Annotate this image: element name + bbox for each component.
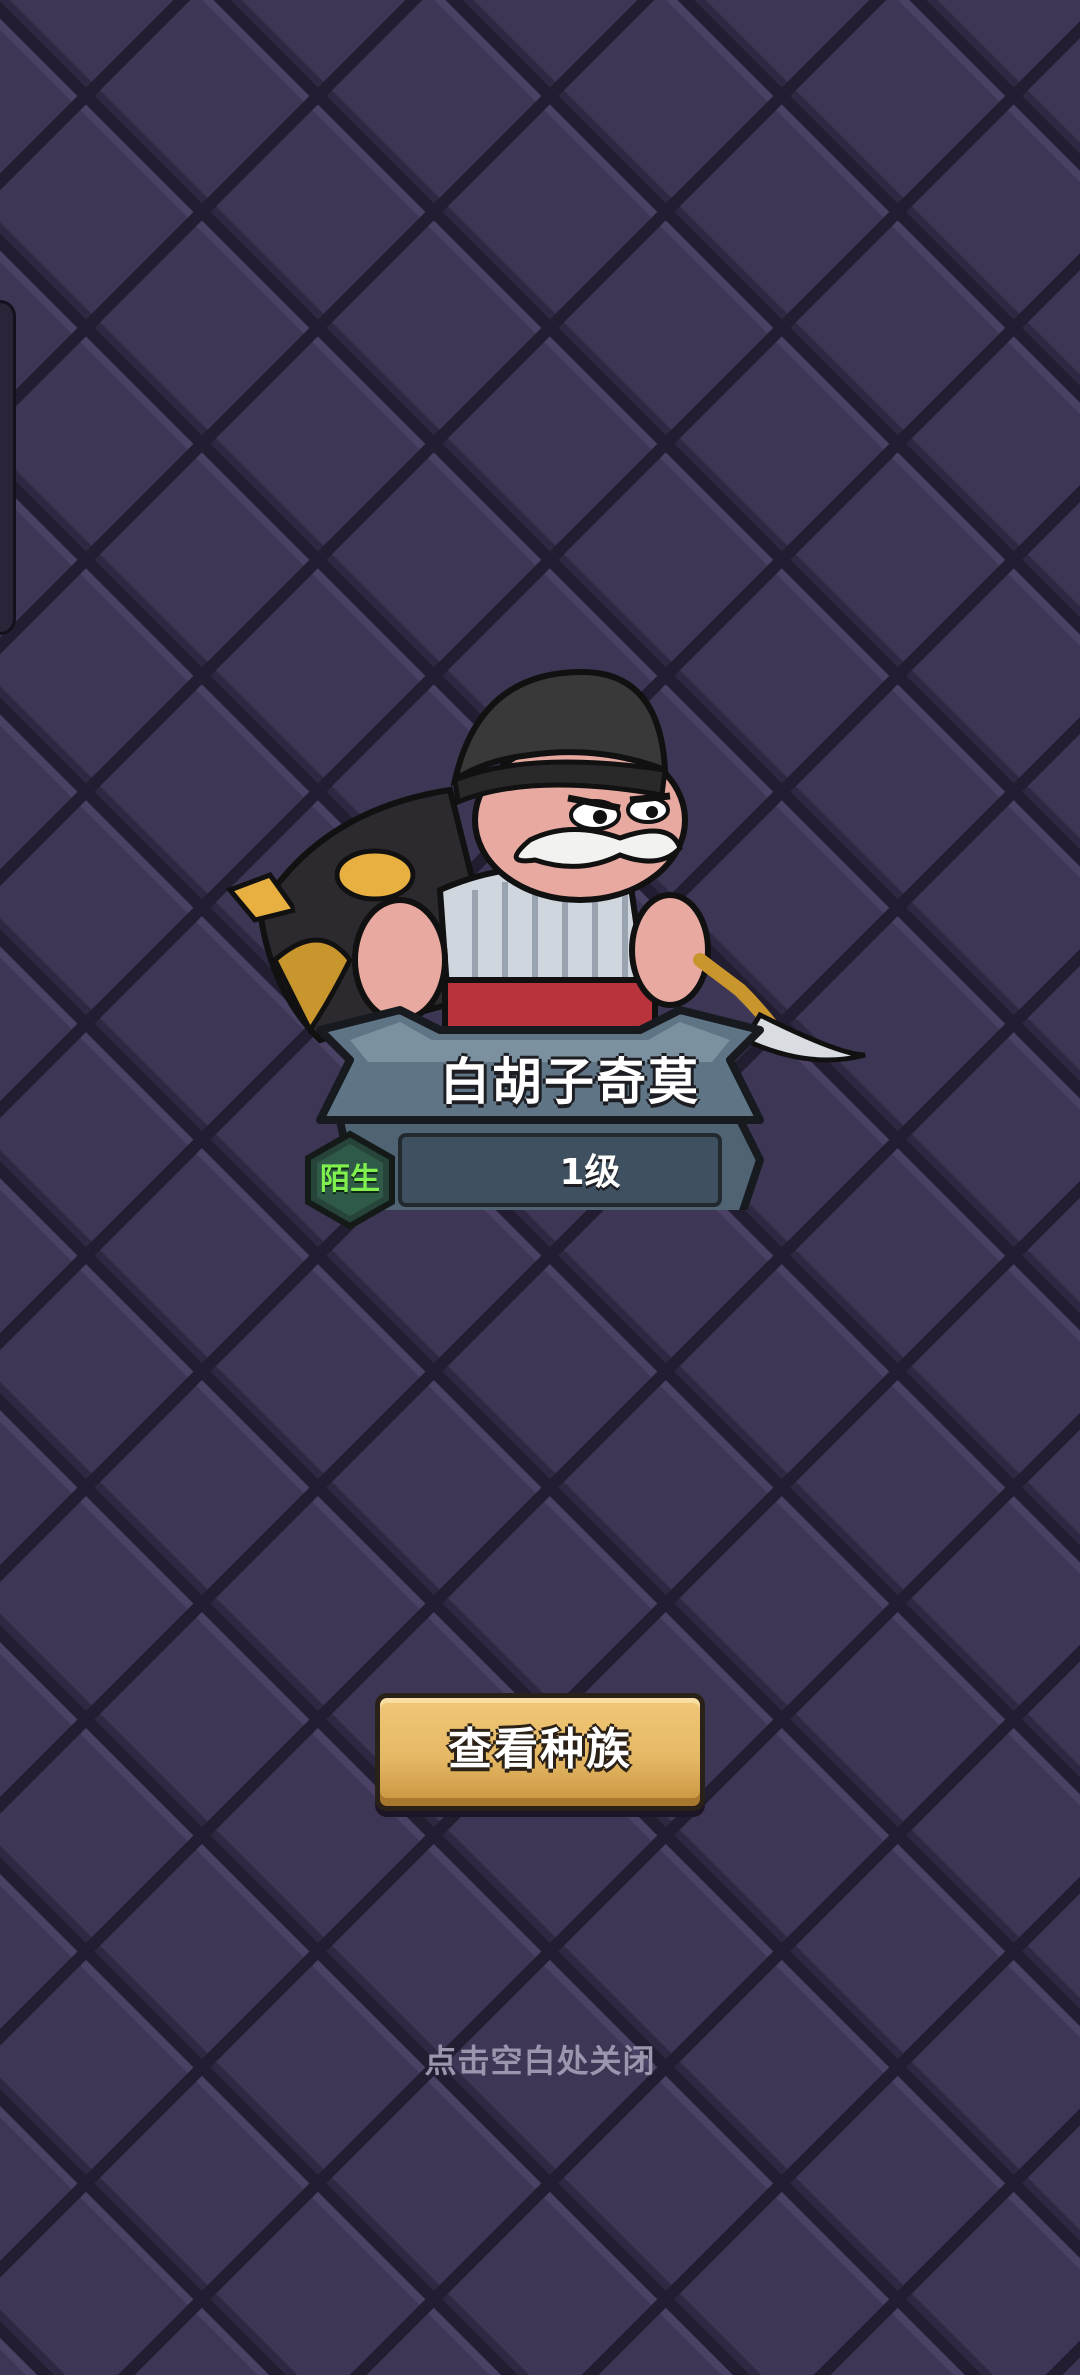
hero-name: 白胡子奇莫 — [440, 1053, 700, 1111]
hero-nameplate: 白胡子奇莫 陌生 1级 — [200, 990, 880, 1230]
hero-card: 白胡子奇莫 陌生 1级 — [200, 660, 880, 1230]
hero-level: 1级 — [559, 1152, 621, 1193]
view-race-label: 查看种族 — [448, 1724, 632, 1775]
view-race-button[interactable]: 查看种族 — [375, 1693, 705, 1811]
rarity-label: 陌生 — [320, 1162, 380, 1197]
hero-obtained-screen[interactable]: 白胡子奇莫 陌生 1级 查看种族 点击空白处关闭 — [0, 0, 1080, 2375]
rarity-badge: 陌生 — [304, 1130, 396, 1230]
tap-blank-to-close-hint: 点击空白处关闭 — [424, 2042, 656, 2080]
side-drawer-handle[interactable] — [0, 300, 16, 635]
